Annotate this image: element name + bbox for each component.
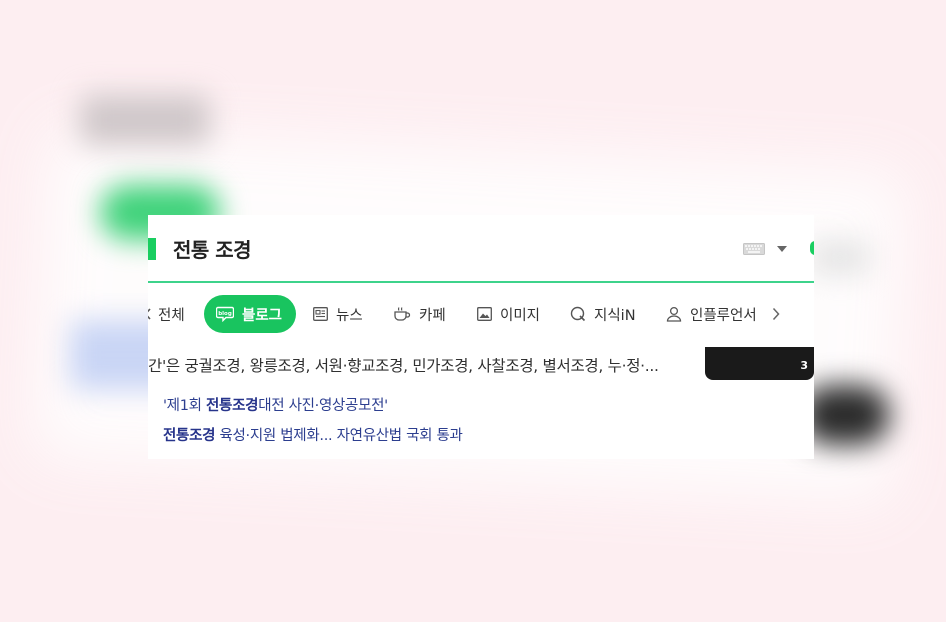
kin-icon [570,306,586,322]
result-snippet[interactable]: 간'은 궁궐조경, 왕릉조경, 서원·향교조경, 민가조경, 사찰조경, 별서조… [148,354,659,376]
tab-cafe[interactable]: 카페 [393,295,446,333]
tab-blog[interactable]: blog 블로그 [204,295,297,333]
news-text: 육성·지원 법제화... 자연유산법 국회 통과 [215,428,463,444]
result-thumbnail[interactable]: 3 [705,347,814,380]
blog-icon: blog [216,306,234,322]
search-result-panel: 전통 조경 전체 blog 블로그 뉴스 카페 이미지 지식iN 인플루언서 간… [148,215,814,459]
cafe-icon [394,307,411,321]
caret-down-icon[interactable] [777,246,787,252]
news-text: '제1회 [163,398,207,414]
tab-label: 블로그 [242,307,283,324]
related-news-link-2[interactable]: 전통조경 육성·지원 법제화... 자연유산법 국회 통과 [163,424,463,445]
search-bar[interactable]: 전통 조경 [148,215,814,283]
news-keyword: 전통조경 [206,398,259,414]
search-query[interactable]: 전통 조경 [173,234,252,263]
tab-label: 카페 [419,307,446,324]
search-tabs: 전체 blog 블로그 뉴스 카페 이미지 지식iN 인플루언서 [148,295,814,335]
svg-text:blog: blog [218,311,232,317]
blog-result-item: 간'은 궁궐조경, 왕릉조경, 서원·향교조경, 민가조경, 사찰조경, 별서조… [148,345,814,459]
tab-image[interactable]: 이미지 [477,295,540,333]
news-keyword: 전통조경 [163,428,216,444]
back-chevron-icon [148,308,151,320]
tab-label: 인플루언서 [690,307,757,324]
tab-label: 뉴스 [336,307,363,324]
tab-kin[interactable]: 지식iN [570,295,636,333]
thumbnail-count: 3 [800,359,808,372]
news-icon [313,307,328,321]
keyboard-icon[interactable] [743,243,765,255]
image-icon [477,307,492,321]
tab-label: 이미지 [500,307,541,324]
tab-influencer[interactable]: 인플루언서 [666,295,757,333]
search-button-edge[interactable] [810,241,814,255]
blurred-logo [80,95,210,145]
tab-label: 지식iN [594,307,636,324]
news-text: 대전 사진·영상공모전' [258,398,388,414]
chevron-right-icon[interactable] [772,307,780,321]
related-news-link-1[interactable]: '제1회 전통조경대전 사진·영상공모전' [163,394,388,415]
blurred-gray-shape [810,240,870,275]
search-accent-bar [148,238,156,260]
person-icon [666,306,682,322]
tab-news[interactable]: 뉴스 [313,295,363,333]
tab-all[interactable]: 전체 [148,295,185,333]
tab-label: 전체 [158,307,185,324]
